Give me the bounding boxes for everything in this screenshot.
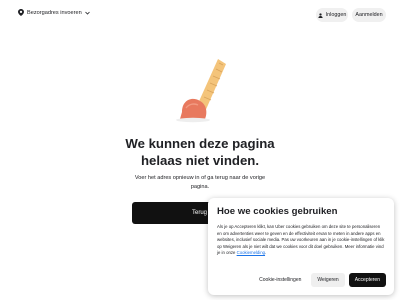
chevron-down-icon [84, 11, 90, 15]
address-label: Bezorgadres invoeren [27, 9, 82, 16]
cookie-settings-button[interactable]: Cookie-instellingen [253, 273, 308, 287]
login-label: Inloggen [325, 12, 347, 18]
title-line-2: helaas niet vinden. [141, 153, 259, 168]
cookie-title: Hoe we cookies gebruiken [217, 206, 338, 217]
cookie-text: Als je op Accepteren klikt, kan Uber coo… [217, 224, 385, 256]
person-icon [318, 12, 323, 18]
cookie-actions: Cookie-instellingen Weigeren Accepteren [217, 273, 386, 287]
address-selector[interactable]: Bezorgadres invoeren [18, 9, 90, 16]
location-pin-icon [18, 9, 24, 16]
login-button[interactable]: Inloggen [316, 8, 348, 22]
register-label: Aanmelden [355, 12, 383, 18]
accept-button[interactable]: Accepteren [348, 273, 386, 287]
fallen-ice-cream-illustration [176, 59, 226, 123]
page-title: We kunnen deze pagina helaas niet vinden… [100, 135, 300, 169]
cookie-banner: Hoe we cookies gebruiken Als je op Accep… [208, 198, 394, 295]
top-bar: Bezorgadres invoeren Inloggen Aanmelden [0, 0, 400, 30]
title-line-1: We kunnen deze pagina [125, 136, 275, 151]
register-button[interactable]: Aanmelden [352, 8, 386, 22]
back-label: Terug [192, 210, 208, 216]
reject-button[interactable]: Weigeren [311, 273, 345, 287]
cookie-notice-link[interactable]: Cookiemelding [237, 250, 265, 255]
page-subtitle: Voer het adres opnieuw in of ga terug na… [134, 175, 266, 190]
